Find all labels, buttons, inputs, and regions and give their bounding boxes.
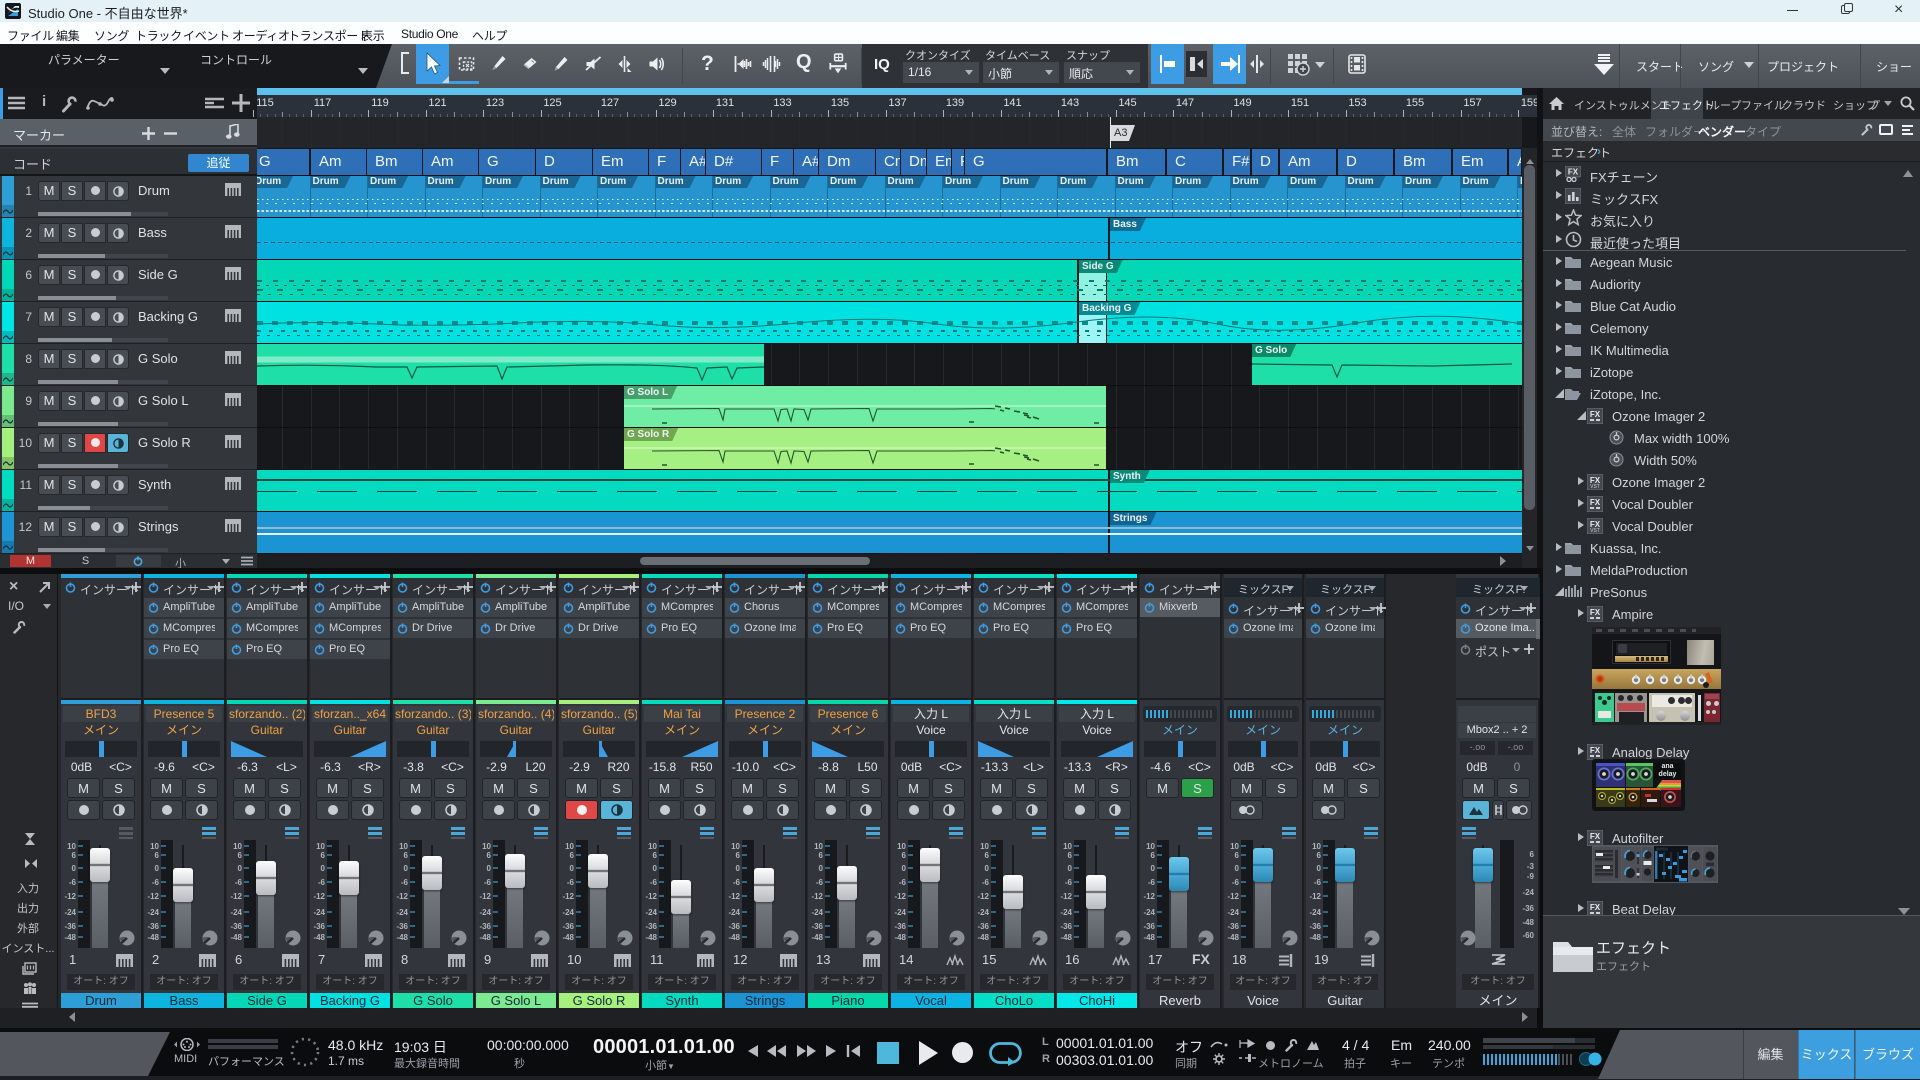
svg-text:VST: VST xyxy=(1590,484,1600,490)
svg-text:FX: FX xyxy=(1590,903,1601,912)
svg-text:FX: FX xyxy=(1590,746,1601,755)
svg-text:VST: VST xyxy=(1590,528,1600,534)
svg-text:FX: FX xyxy=(1590,608,1601,617)
svg-text:FX: FX xyxy=(1590,498,1601,507)
svg-text:FX: FX xyxy=(1590,832,1601,841)
svg-text:FX: FX xyxy=(1568,168,1579,177)
svg-text:FX: FX xyxy=(1590,410,1601,419)
